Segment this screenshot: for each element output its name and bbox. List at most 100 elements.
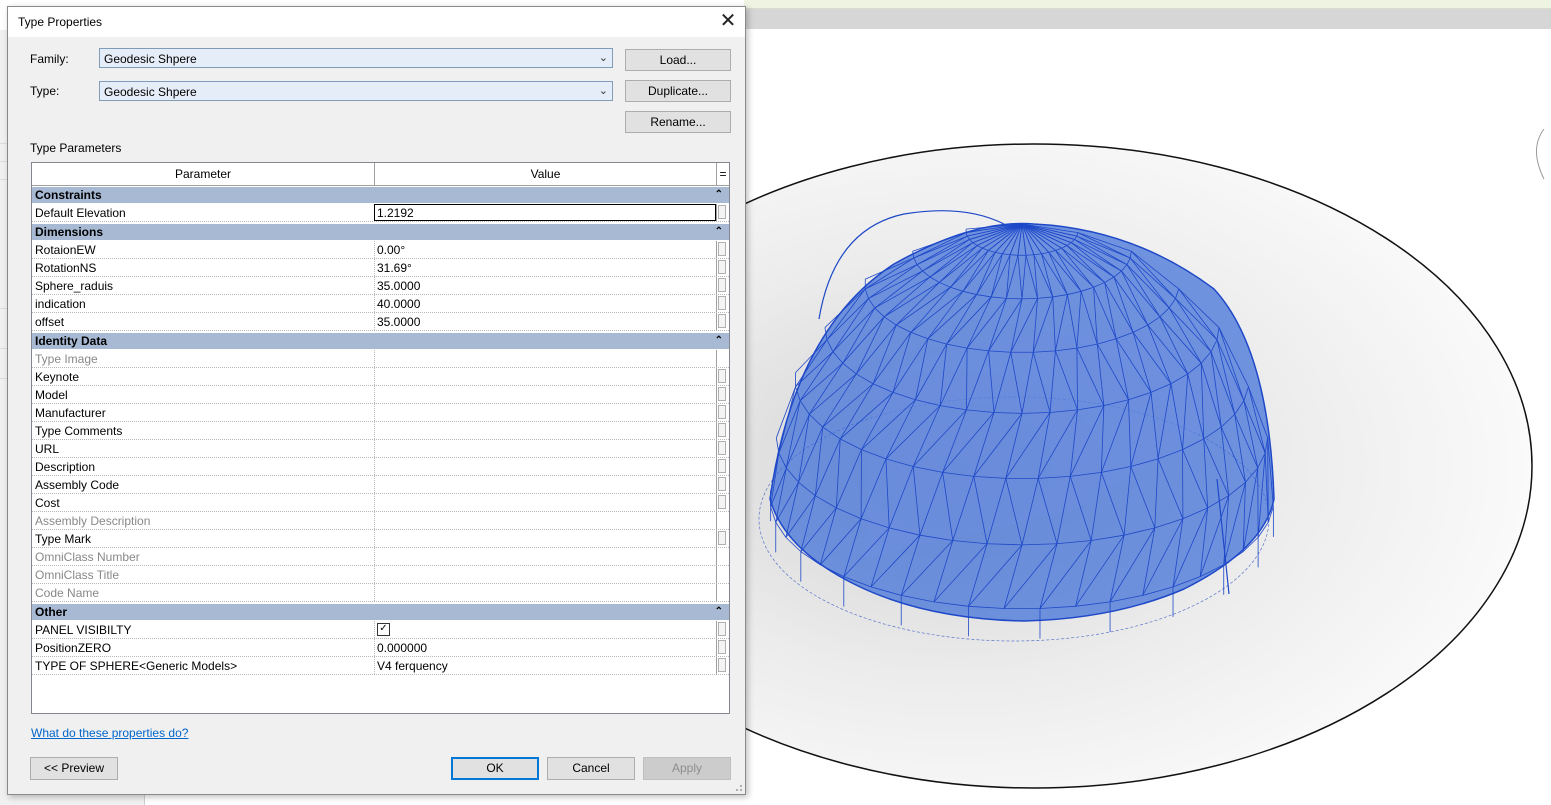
value-edit-box[interactable] [374, 204, 716, 221]
parameter-row[interactable]: URL [32, 440, 729, 458]
associate-parameter-button[interactable] [718, 441, 726, 455]
associate-parameter-button[interactable] [718, 387, 726, 401]
parameter-value[interactable]: 0.000000 [377, 641, 427, 655]
viewcube-fragment [1536, 128, 1545, 180]
associate-parameter-button[interactable] [718, 369, 726, 383]
column-divider [374, 404, 375, 421]
preview-button[interactable]: << Preview [30, 757, 118, 780]
parameter-row[interactable]: Default Elevation 1.2192 [32, 204, 729, 222]
parameter-value[interactable]: 35.0000 [377, 315, 420, 329]
parameter-value[interactable]: V4 ferquency [377, 659, 448, 673]
help-link[interactable]: What do these properties do? [31, 726, 188, 740]
parameter-row[interactable]: Type Image [32, 350, 729, 368]
group-header-identity-data[interactable]: Identity Data ⌃ [32, 333, 729, 349]
group-name: Constraints [35, 188, 102, 202]
sort-toggle[interactable]: = [717, 163, 729, 185]
parameter-row[interactable]: PANEL VISIBILTY ✓ [32, 621, 729, 639]
associate-parameter-button[interactable] [718, 622, 726, 636]
parameter-row[interactable]: Keynote [32, 368, 729, 386]
associate-parameter-button[interactable] [718, 314, 726, 328]
group-name: Identity Data [35, 334, 108, 348]
associate-parameter-button[interactable] [718, 531, 726, 545]
associate-parameter-button[interactable] [718, 495, 726, 509]
associate-parameter-button[interactable] [718, 640, 726, 654]
group-header-other[interactable]: Other ⌃ [32, 604, 729, 620]
parameter-row[interactable]: OmniClass Number [32, 548, 729, 566]
parameter-value[interactable]: 40.0000 [377, 297, 420, 311]
group-header-constraints[interactable]: Constraints ⌃ [32, 187, 729, 203]
dialog-titlebar[interactable]: Type Properties ✕ [8, 7, 745, 37]
associate-parameter-button[interactable] [718, 477, 726, 491]
parameter-row[interactable]: Sphere_raduis 35.0000 [32, 277, 729, 295]
column-divider [716, 476, 717, 493]
parameter-row[interactable]: offset 35.0000 [32, 313, 729, 331]
type-parameters-grid: Parameter Value = Constraints ⌃ Default El… [31, 162, 730, 714]
parameter-row[interactable]: TYPE OF SPHERE<Generic Models> V4 ferquen… [32, 657, 729, 675]
associate-parameter-button[interactable] [718, 278, 726, 292]
associate-parameter-button[interactable] [718, 459, 726, 473]
parameter-row[interactable]: Model [32, 386, 729, 404]
parameter-name: RotaionEW [35, 243, 96, 257]
chevron-down-icon: ⌄ [598, 85, 608, 97]
column-divider [374, 259, 375, 276]
apply-button: Apply [643, 757, 731, 780]
parameter-row[interactable]: indication 40.0000 [32, 295, 729, 313]
collapse-icon[interactable]: ⌃ [715, 333, 723, 349]
associate-parameter-button[interactable] [718, 242, 726, 256]
associate-parameter-button[interactable] [718, 658, 726, 672]
parameter-name: URL [35, 442, 60, 456]
parameter-value[interactable]: 0.00° [377, 243, 405, 257]
family-combo[interactable]: Geodesic Shpere ⌄ [99, 48, 613, 68]
parameter-row[interactable]: OmniClass Title [32, 566, 729, 584]
resize-grip-icon[interactable] [733, 782, 743, 792]
associate-parameter-button[interactable] [718, 260, 726, 274]
column-divider [374, 241, 375, 258]
type-label: Type: [30, 84, 60, 98]
column-divider [716, 566, 717, 583]
associate-parameter-button[interactable] [718, 405, 726, 419]
parameter-row[interactable]: Type Mark [32, 530, 729, 548]
checkbox-checked[interactable]: ✓ [377, 623, 390, 636]
rename-button[interactable]: Rename... [625, 111, 731, 133]
close-icon[interactable]: ✕ [717, 10, 739, 32]
parameter-name: Type Mark [35, 532, 92, 546]
parameter-row[interactable]: Cost [32, 494, 729, 512]
parameter-row[interactable]: PositionZERO 0.000000 [32, 639, 729, 657]
column-header-value[interactable]: Value [375, 163, 717, 185]
collapse-icon[interactable]: ⌃ [715, 604, 723, 620]
parameter-row[interactable]: Manufacturer [32, 404, 729, 422]
associate-parameter-button[interactable] [718, 296, 726, 310]
collapse-icon[interactable]: ⌃ [715, 224, 723, 240]
parameter-row[interactable]: RotaionEW 0.00° [32, 241, 729, 259]
3d-viewport[interactable] [744, 29, 1551, 805]
column-divider [716, 313, 717, 330]
cancel-button[interactable]: Cancel [547, 757, 635, 780]
parameter-value[interactable]: 35.0000 [377, 279, 420, 293]
parameter-value[interactable]: 1.2192 [377, 206, 414, 220]
parameter-name: OmniClass Title [35, 568, 120, 582]
duplicate-button[interactable]: Duplicate... [625, 80, 731, 102]
type-combo[interactable]: Geodesic Shpere ⌄ [99, 81, 613, 101]
associate-parameter-button[interactable] [718, 423, 726, 437]
parameter-row[interactable]: Assembly Code [32, 476, 729, 494]
chevron-down-icon: ⌄ [598, 52, 608, 64]
column-divider [374, 639, 375, 656]
parameter-value[interactable]: 31.69° [377, 261, 412, 275]
collapse-icon[interactable]: ⌃ [715, 187, 723, 203]
ok-button[interactable]: OK [451, 757, 539, 780]
parameter-row[interactable]: Code Name [32, 584, 729, 602]
parameter-row[interactable]: Assembly Description [32, 512, 729, 530]
column-divider [716, 548, 717, 565]
parameter-row[interactable]: RotationNS 31.69° [32, 259, 729, 277]
associate-parameter-button[interactable] [718, 205, 726, 219]
column-divider [374, 657, 375, 674]
column-divider [374, 350, 375, 367]
family-label: Family: [30, 52, 69, 66]
parameter-name: indication [35, 297, 86, 311]
column-header-parameter[interactable]: Parameter [32, 163, 375, 185]
ribbon-edge [744, 0, 1551, 9]
parameter-row[interactable]: Description [32, 458, 729, 476]
load-button[interactable]: Load... [625, 49, 731, 71]
parameter-row[interactable]: Type Comments [32, 422, 729, 440]
group-header-dimensions[interactable]: Dimensions ⌃ [32, 224, 729, 240]
